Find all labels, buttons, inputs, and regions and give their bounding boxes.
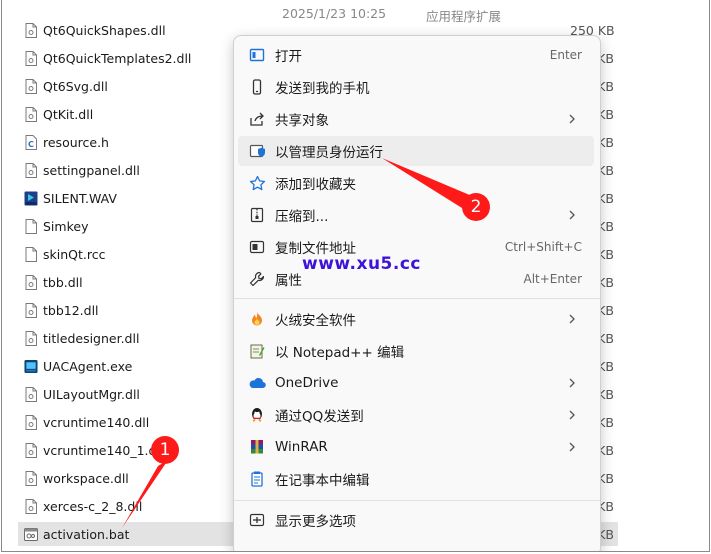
notepadpp-icon: [248, 342, 266, 360]
svg-text:C: C: [28, 140, 34, 149]
menu-item-notepadpp[interactable]: 以 Notepad++ 编辑: [238, 336, 594, 366]
file-name: vcruntime140_1.dll: [43, 442, 164, 458]
file-name: activation.bat: [43, 526, 130, 542]
dll-file-icon: [24, 78, 38, 94]
dll-file-icon: [24, 330, 38, 346]
file-name: tbb.dll: [43, 274, 83, 290]
menu-item-compress[interactable]: 压缩到...: [238, 200, 594, 230]
annotation-badge-2: 2: [462, 193, 490, 221]
file-name: xerces-c_2_8.dll: [43, 498, 143, 514]
dll-file-icon: [24, 106, 38, 122]
notepad-icon: [248, 470, 266, 488]
chevron-right-icon: [569, 410, 575, 420]
menu-item-qq-send[interactable]: 通过QQ发送到: [238, 400, 594, 430]
menu-item-open[interactable]: 打开 Enter: [238, 40, 594, 70]
generic-file-icon: [24, 246, 38, 262]
menu-item-onedrive[interactable]: OneDrive: [238, 368, 594, 398]
bat-file-icon: [24, 526, 38, 542]
zip-icon: [248, 206, 266, 224]
share-icon: [248, 110, 266, 128]
huorong-icon: [248, 310, 266, 328]
file-name: Simkey: [43, 218, 89, 234]
winrar-icon: [248, 438, 266, 456]
shortcut-label: Ctrl+Shift+C: [504, 240, 582, 254]
file-date: 2025/1/23 10:25: [282, 6, 387, 21]
dll-file-icon: [24, 442, 38, 458]
shortcut-label: Enter: [549, 48, 582, 62]
dll-file-icon: [24, 50, 38, 66]
file-name: Qt6Svg.dll: [43, 78, 108, 94]
dll-file-icon: [24, 470, 38, 486]
generic-file-icon: [24, 218, 38, 234]
copy-path-icon: [248, 238, 266, 256]
menu-item-run-as-admin[interactable]: 以管理员身份运行: [238, 136, 594, 166]
file-name: tbb12.dll: [43, 302, 99, 318]
qq-icon: [248, 406, 266, 424]
file-name: QtKit.dll: [43, 106, 94, 122]
file-name: vcruntime140.dll: [43, 414, 150, 430]
chevron-right-icon: [569, 114, 575, 124]
file-name: settingpanel.dll: [43, 162, 140, 178]
dll-file-icon: [24, 22, 38, 38]
file-name: Qt6QuickShapes.dll: [43, 22, 166, 38]
phone-icon: [248, 78, 266, 96]
chevron-right-icon: [569, 210, 575, 220]
context-menu: 打开 Enter 发送到我的手机 共享对象 以管理员身份运行 添加到收藏夹 压缩…: [233, 35, 601, 551]
explorer-window: Qt6QuickShapes.dll 2025/1/23 10:25 应用程序扩…: [1, 0, 710, 552]
dll-file-icon: [24, 274, 38, 290]
menu-item-send-to-phone[interactable]: 发送到我的手机: [238, 72, 594, 102]
menu-item-winrar[interactable]: WinRAR: [238, 432, 594, 462]
annotation-badge-1: 1: [151, 436, 179, 464]
shortcut-label: Alt+Enter: [523, 272, 582, 286]
menu-item-share[interactable]: 共享对象: [238, 104, 594, 134]
file-name: Qt6QuickTemplates2.dll: [43, 50, 192, 66]
dll-file-icon: [24, 302, 38, 318]
watermark-text: www.xu5.cc: [302, 254, 421, 274]
file-name: resource.h: [43, 134, 109, 150]
dll-file-icon: [24, 498, 38, 514]
menu-item-notepad-edit[interactable]: 在记事本中编辑: [238, 464, 594, 494]
file-name: UILayoutMgr.dll: [43, 386, 140, 402]
star-icon: [248, 174, 266, 192]
menu-separator: [234, 500, 600, 501]
file-name: UACAgent.exe: [43, 358, 133, 374]
dll-file-icon: [24, 162, 38, 178]
more-options-icon: [248, 511, 266, 529]
menu-item-add-favorites[interactable]: 添加到收藏夹: [238, 168, 594, 198]
file-name: titledesigner.dll: [43, 330, 140, 346]
menu-item-show-more[interactable]: 显示更多选项: [238, 505, 594, 535]
file-name: skinQt.rcc: [43, 246, 106, 262]
file-name: SILENT.WAV: [43, 190, 117, 206]
dll-file-icon: [24, 386, 38, 402]
exe-file-icon: [24, 358, 38, 374]
menu-item-huorong[interactable]: 火绒安全软件: [238, 304, 594, 334]
chevron-right-icon: [569, 314, 575, 324]
menu-separator: [234, 298, 600, 299]
wav-file-icon: [24, 190, 38, 206]
admin-shield-icon: [248, 142, 266, 160]
file-type: 应用程序扩展: [426, 9, 502, 24]
file-name: workspace.dll: [43, 470, 129, 486]
wrench-icon: [248, 270, 266, 288]
dll-file-icon: [24, 414, 38, 430]
open-icon: [248, 46, 266, 64]
chevron-right-icon: [569, 442, 575, 452]
c-header-file-icon: C: [24, 134, 38, 150]
chevron-right-icon: [569, 378, 575, 388]
onedrive-icon: [248, 374, 266, 392]
